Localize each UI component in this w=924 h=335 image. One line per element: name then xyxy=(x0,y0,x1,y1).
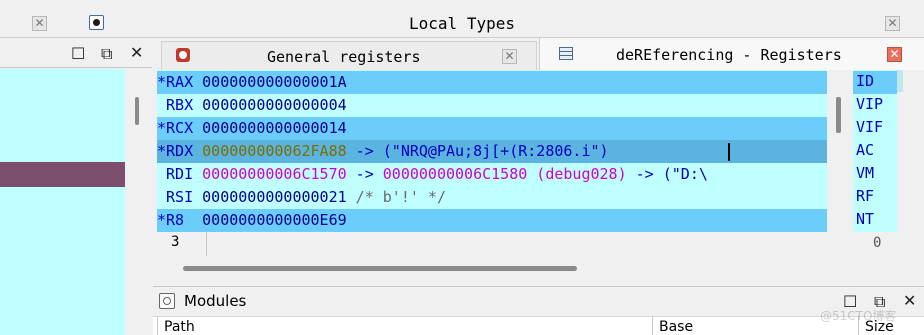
tab-dereferencing-registers-label: deREferencing - Registers xyxy=(616,46,842,64)
flags-scrollbar[interactable] xyxy=(897,70,924,284)
modules-title: Modules xyxy=(184,292,247,310)
flag-rf[interactable]: RF xyxy=(856,187,874,205)
left-panel-selected-row[interactable] xyxy=(0,162,125,187)
pointer-target: 00000000006C1580 xyxy=(382,165,528,183)
modified-marker xyxy=(157,96,166,114)
modules-close-icon[interactable]: ✕ xyxy=(903,291,916,310)
local-types-close-icon[interactable]: ✕ xyxy=(885,16,900,31)
modules-header: Modules ☐ ⧉ ✕ xyxy=(153,286,924,316)
register-value: 0000000000000E69 xyxy=(202,211,347,229)
register-name: RCX xyxy=(166,119,194,137)
flag-vif[interactable]: VIF xyxy=(856,118,883,136)
modified-marker: * xyxy=(157,73,167,91)
tab-general-registers-close-icon[interactable]: ✕ xyxy=(502,49,517,64)
segment-name: (debug028) xyxy=(527,165,627,183)
string-preview: ("NRQ@PAu;8j[+(R:2806.i") xyxy=(382,142,609,160)
left-panel-list[interactable] xyxy=(0,69,125,335)
register-name: RDX xyxy=(166,142,194,160)
bug-icon xyxy=(176,48,190,62)
register-name: RDI xyxy=(166,165,194,183)
modified-marker: * xyxy=(157,211,167,229)
register-name: RBX xyxy=(166,96,194,114)
register-row-rcx[interactable]: *RCX 0000000000000014 xyxy=(157,117,827,140)
text-cursor xyxy=(728,143,730,161)
flag-vip[interactable]: VIP xyxy=(856,95,883,113)
flags-scroll-thumb[interactable] xyxy=(897,70,903,92)
register-row-rax[interactable]: *RAX 000000000000001A xyxy=(157,71,827,94)
window-title: Local Types xyxy=(409,14,515,33)
flag-id[interactable]: ID xyxy=(856,72,874,90)
flag-nt[interactable]: NT xyxy=(856,210,874,228)
register-row-rdx[interactable]: *RDX 000000000062FA88 -> ("NRQ@PAu;8j[+(… xyxy=(157,140,827,163)
flag-ac[interactable]: AC xyxy=(856,141,874,159)
watermark: @51CTO博客 xyxy=(820,309,897,323)
register-value: 0000000000000004 xyxy=(202,96,347,114)
register-comment: /* b'!' */ xyxy=(346,188,446,206)
line-number-bar: 3 xyxy=(157,232,827,256)
modified-marker: * xyxy=(157,142,167,160)
flags-line-number-bar: 0 xyxy=(853,232,897,284)
maximize-icon[interactable]: ☐ xyxy=(71,44,85,63)
flag-vm[interactable]: VM xyxy=(856,164,874,182)
modified-marker xyxy=(157,165,166,183)
register-row-r8[interactable]: *R8 0000000000000E69 xyxy=(157,209,827,232)
tab-general-registers[interactable]: General registers ✕ xyxy=(161,41,537,70)
register-value: 0000000000000021 xyxy=(202,188,347,206)
pointer-arrow: -> xyxy=(346,165,383,183)
register-value: 00000000006C1570 xyxy=(202,165,347,183)
tab-dereferencing-registers[interactable]: deREferencing - Registers ✕ xyxy=(539,38,924,70)
register-name: R8 xyxy=(166,211,194,229)
register-name: RAX xyxy=(166,73,194,91)
pointer-arrow: -> xyxy=(626,165,663,183)
table-icon xyxy=(559,47,573,60)
flags-line-number: 0 xyxy=(873,235,882,251)
flags-view[interactable]: ID VIP VIF AC VM RF NT xyxy=(853,70,897,232)
line-number: 3 xyxy=(171,234,180,250)
tab-dereferencing-close-icon[interactable]: ✕ xyxy=(887,47,902,62)
register-name: RSI xyxy=(166,188,194,206)
restore-icon[interactable]: ⧉ xyxy=(101,44,112,64)
column-header-path[interactable]: Path xyxy=(157,316,652,335)
register-hscroll-thumb[interactable] xyxy=(183,266,577,271)
pointer-arrow: -> xyxy=(346,142,383,160)
register-row-rdi[interactable]: RDI 00000000006C1570 -> 00000000006C1580… xyxy=(157,163,827,186)
left-panel-scroll-thumb[interactable] xyxy=(135,97,139,125)
modified-marker xyxy=(157,188,166,206)
string-preview: ("D:\ xyxy=(662,165,708,183)
register-row-rbx[interactable]: RBX 0000000000000004 xyxy=(157,94,827,117)
modified-marker: * xyxy=(157,119,167,137)
modules-icon xyxy=(159,293,175,309)
register-row-rsi[interactable]: RSI 0000000000000021 /* b'!' */ xyxy=(157,186,827,209)
close-icon[interactable]: ✕ xyxy=(130,43,143,62)
register-vscroll-thumb[interactable] xyxy=(836,97,841,133)
tab-general-registers-label: General registers xyxy=(267,48,421,66)
register-value: 0000000000000014 xyxy=(202,119,347,137)
register-value: 000000000000001A xyxy=(202,73,347,91)
register-value: 000000000062FA88 xyxy=(202,142,347,160)
